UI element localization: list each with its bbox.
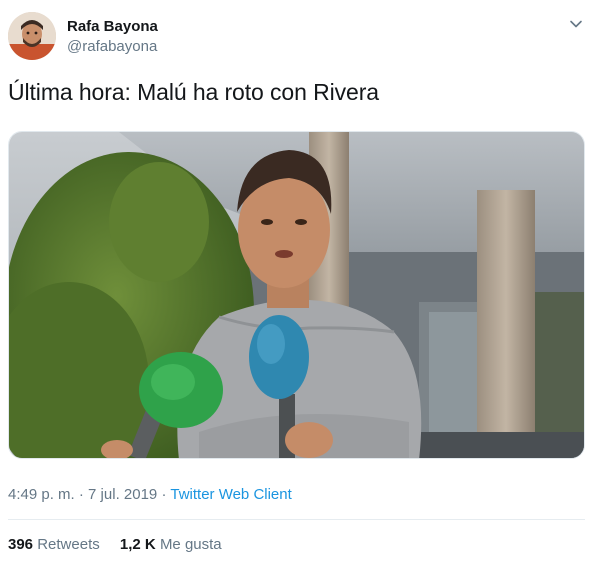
likes-label: Me gusta [159, 536, 222, 553]
avatar-image [8, 12, 56, 60]
tweet-photo[interactable] [8, 131, 585, 459]
meta-separator: · [78, 486, 84, 503]
retweets-label: Retweets [37, 536, 100, 553]
retweets-stat[interactable]: 396 Retweets [8, 536, 104, 553]
avatar[interactable] [8, 12, 56, 60]
tweet-stats: 396 Retweets 1,2 K Me gusta [8, 536, 222, 553]
likes-stat[interactable]: 1,2 K Me gusta [120, 536, 222, 553]
chevron-down-icon[interactable] [566, 14, 586, 34]
likes-count: 1,2 K [119, 536, 156, 553]
photo-image [9, 132, 584, 458]
user-handle[interactable]: @rafabayona [67, 38, 157, 55]
display-name[interactable]: Rafa Bayona [67, 18, 158, 35]
retweets-count: 396 [8, 536, 34, 553]
meta-separator-2: · [161, 486, 167, 503]
divider [8, 519, 585, 520]
tweet-date[interactable]: 7 jul. 2019 [88, 486, 157, 503]
tweet-time[interactable]: 4:49 p. m. [8, 486, 75, 503]
tweet-meta: 4:49 p. m. · 7 jul. 2019 · Twitter Web C… [8, 486, 292, 503]
tweet-source-link[interactable]: Twitter Web Client [170, 486, 291, 503]
tweet-card: Rafa Bayona @rafabayona Última hora: Mal… [0, 0, 594, 562]
tweet-text: Última hora: Malú ha roto con Rivera [8, 79, 379, 105]
